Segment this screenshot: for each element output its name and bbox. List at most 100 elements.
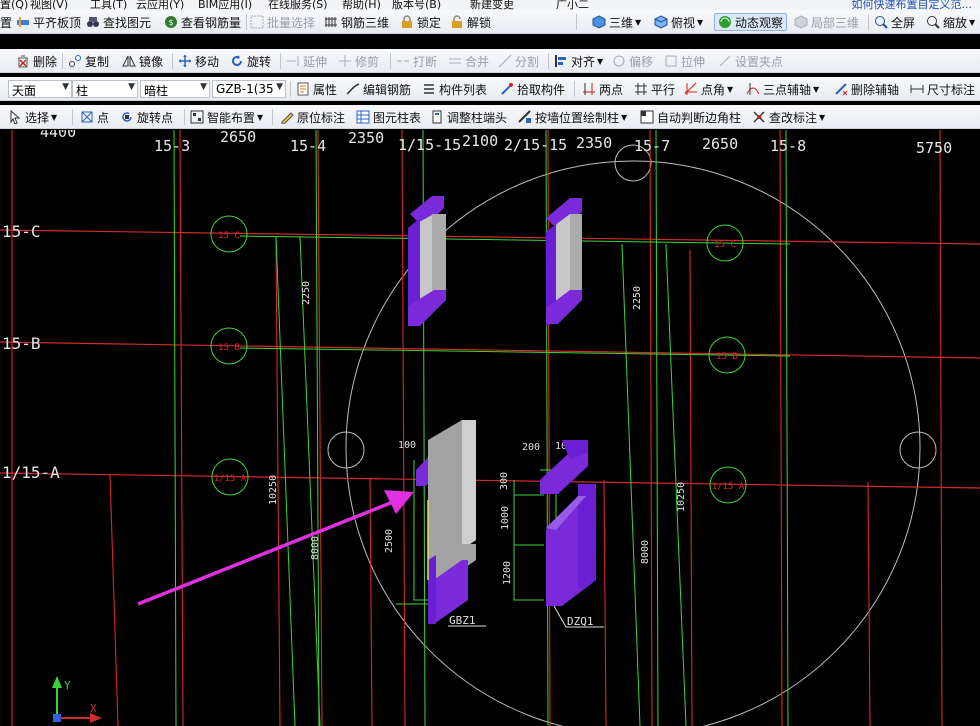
tb-smart-layout[interactable]: 智能布置 ▼ [190, 108, 263, 126]
tb-rotate[interactable]: 旋转 [230, 52, 271, 70]
top-view-icon [654, 15, 668, 29]
tb-copy[interactable]: 复制 [68, 52, 109, 70]
row-labels: 15-C 15-B 1/15-A [2, 222, 60, 482]
tb-fullscreen[interactable]: 全屏 [874, 13, 915, 31]
tb-mirror[interactable]: 镜像 [122, 52, 163, 70]
tb-settings[interactable]: 置 [0, 13, 12, 31]
move-icon [178, 54, 192, 68]
tb-unlock[interactable]: 解锁 [450, 13, 491, 31]
menu-item-bim[interactable]: BIM应用(I) [198, 0, 252, 10]
tb-split[interactable]: 分割 [498, 52, 539, 70]
annotation-arrow [137, 490, 414, 606]
tb-partial-3d[interactable]: 局部三维 [794, 13, 859, 31]
tb-dynamic-orbit[interactable]: 动态观察 [714, 13, 788, 31]
tb-inplace-annotation[interactable]: 原位标注 [280, 108, 345, 126]
tb-auto-corner-column[interactable]: 自动判断边角柱 [640, 108, 741, 126]
tb-select[interactable]: 选择 ▼ [8, 108, 57, 126]
flush-slab-icon [16, 15, 30, 29]
orbit-handle-right[interactable] [899, 431, 937, 469]
bubble-label: 15 B [218, 343, 240, 353]
tb-parallel-axis[interactable]: 平行 [634, 80, 675, 98]
tb-flush-slab-top[interactable]: 平齐板顶 [16, 13, 81, 31]
tb-align[interactable]: 对齐 ▼ [554, 52, 603, 70]
menu-item-view[interactable]: 视图(V) [30, 0, 68, 10]
tb-adjust-column-end[interactable]: 调整柱端头 [430, 108, 507, 126]
menu-item-online[interactable]: 在线服务(S) [268, 0, 328, 10]
tb-delete[interactable]: 删除 [16, 52, 57, 70]
tb-pick-element[interactable]: 拾取构件 [500, 80, 565, 98]
floor-select[interactable]: 天面 ▼ [8, 80, 72, 98]
tb-draw-by-wall[interactable]: 按墙位置绘制柱 ▼ [518, 108, 627, 126]
tb-offset[interactable]: 偏移 [612, 52, 653, 70]
tb-move[interactable]: 移动 [178, 52, 219, 70]
offset-icon [612, 54, 626, 68]
magnifier-plus-icon [874, 15, 888, 29]
orbit-icon [718, 15, 732, 29]
menu-item-assistant[interactable]: 广小二 [556, 0, 589, 10]
dim-text: 2350 [348, 130, 384, 147]
tb-set-grip[interactable]: 设置夹点 [718, 52, 783, 70]
rebar-qty-icon: $ [164, 15, 178, 29]
tb-merge[interactable]: 合并 [448, 52, 489, 70]
tb-find-element[interactable]: 查找图元 [86, 13, 151, 31]
bubble-label: 15 B [716, 352, 738, 362]
tb-batch-select[interactable]: 批量选择 [250, 13, 315, 31]
tb-lock[interactable]: 锁定 [400, 13, 441, 31]
split-icon [498, 54, 512, 68]
element-subtype-select[interactable]: 暗柱 ▼ [140, 80, 210, 98]
tb-column-table[interactable]: 图元柱表 [356, 108, 421, 126]
tb-3d-view[interactable]: 三维 ▼ [592, 13, 641, 31]
point-icon [80, 110, 94, 124]
dim-text: 5750 [916, 139, 952, 157]
tb-stretch[interactable]: 拉伸 [664, 52, 705, 70]
column-dzq1[interactable] [546, 484, 596, 606]
tb-delete-axis[interactable]: 删除辅轴 [834, 80, 899, 98]
mirror-icon [122, 54, 136, 68]
element-name-select[interactable]: GZB-1(35 ▼ [212, 80, 286, 98]
menu-item-new-change[interactable]: 新建变更 [470, 0, 514, 10]
tb-check-annotation[interactable]: 查改标注 ▼ [752, 108, 825, 126]
check-annotation-icon [752, 110, 766, 124]
tb-zoom[interactable]: 缩放 ▼ [926, 13, 975, 31]
tb-extend[interactable]: 延伸 [286, 52, 327, 70]
dimension-icon [910, 82, 924, 96]
properties-icon [296, 82, 310, 96]
column-top-left[interactable] [408, 196, 446, 326]
menu-item-help[interactable]: 帮助(H) [342, 0, 381, 10]
element-label-gbz1[interactable]: GBZ1 [449, 614, 476, 627]
delete-icon [16, 54, 30, 68]
tb-two-point-axis[interactable]: 两点 [582, 80, 623, 98]
tb-top-view[interactable]: 俯视 ▼ [654, 13, 703, 31]
tb-three-point-axis[interactable]: 三点辅轴 ▼ [746, 80, 819, 98]
menu-item-settings[interactable]: 置(Q) [0, 0, 28, 10]
extend-icon [286, 54, 300, 68]
tb-edit-rebar[interactable]: 编辑钢筋 [346, 80, 411, 98]
drawing-canvas[interactable]: 4400 2650 2350 2100 2350 2650 5750 15-3 … [0, 130, 980, 726]
tb-element-list[interactable]: 构件列表 [422, 80, 487, 98]
tb-view-rebar-qty[interactable]: $ 查看钢筋量 [164, 13, 241, 31]
menu-item-cloud[interactable]: 云应用(Y) [136, 0, 184, 10]
toolbar-main: 置 平齐板顶 查找图元 $ 查看钢筋量 批量选择 钢筋三维 锁定 解锁 三维 ▼ 俯… [0, 10, 980, 34]
picker-icon [500, 82, 514, 96]
dim-text: 8000 [640, 540, 651, 564]
menu-item-tools[interactable]: 工具(T) [90, 0, 127, 10]
element-label-dzq1[interactable]: DZQ1 [567, 615, 594, 628]
table-icon [356, 110, 370, 124]
help-search-link[interactable]: 如何快速布置自定义范... [852, 0, 973, 10]
ucs-icon: Y X [52, 676, 102, 723]
tb-dimension[interactable]: 尺寸标注 [910, 80, 975, 98]
tb-rebar-3d[interactable]: 钢筋三维 [324, 13, 389, 31]
cad-viewport[interactable]: 4400 2650 2350 2100 2350 2650 5750 15-3 … [0, 130, 980, 726]
tb-rotate-point[interactable]: 旋转点 [120, 108, 173, 126]
tb-properties[interactable]: 属性 [296, 80, 337, 98]
row-label: 15-C [2, 222, 41, 241]
menu-item-version[interactable]: 版本号(B) [392, 0, 441, 10]
tb-point[interactable]: 点 [80, 108, 109, 126]
axis-label: 15-8 [770, 137, 806, 155]
tb-trim[interactable]: 修剪 [338, 52, 379, 70]
element-type-select[interactable]: 柱 ▼ [72, 80, 138, 98]
column-top-right[interactable] [546, 198, 582, 326]
tb-break[interactable]: 打断 [396, 52, 437, 70]
tb-point-angle-axis[interactable]: 点角 ▼ [684, 80, 733, 98]
dim-text: 2250 [632, 286, 643, 310]
